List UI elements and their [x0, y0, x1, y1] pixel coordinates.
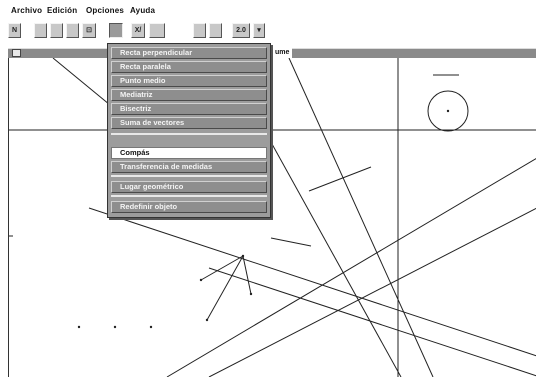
measure-icon[interactable] [109, 23, 123, 38]
menu-item-recta-perpendicular[interactable]: Recta perpendicular [111, 47, 267, 59]
document-title: ume [272, 48, 293, 58]
v-shape-middle[interactable] [206, 255, 244, 321]
point-v-left[interactable] [199, 278, 203, 282]
steep-line-a[interactable] [288, 58, 434, 377]
circle-icon[interactable] [66, 23, 79, 38]
construction-dropdown-menu: Recta perpendicular Recta paralela Punto m… [107, 43, 271, 218]
pointer-icon[interactable]: N [8, 23, 21, 38]
macro-icon[interactable] [149, 23, 165, 38]
menu-bar: Archivo Edición Opciones Ayuda [0, 0, 536, 20]
menu-ayuda[interactable]: Ayuda [130, 6, 155, 15]
menu-item-lugar-geométrico[interactable]: Lugar geométrico [111, 181, 267, 193]
line-down-right-b[interactable] [208, 267, 536, 377]
line-right-b[interactable] [208, 207, 536, 377]
menu-separator-sep-3 [111, 195, 267, 197]
menu-item-redefinir-objeto[interactable]: Redefinir objeto [111, 201, 267, 213]
construction-icon[interactable]: ⊡ [82, 23, 96, 38]
point-icon[interactable] [34, 23, 47, 38]
vector-arrow[interactable] [270, 237, 312, 247]
line-down-right-a[interactable] [88, 207, 536, 357]
point-v-right[interactable] [249, 292, 253, 296]
menu-opciones[interactable]: Opciones [86, 6, 124, 15]
menu-item-compás[interactable]: Compás [111, 147, 267, 159]
point-v-bottom[interactable] [205, 318, 209, 322]
window-close-icon[interactable] [12, 49, 21, 57]
circle-center-point[interactable] [446, 109, 450, 113]
menu-item-bisectriz[interactable]: Bisectriz [111, 103, 267, 115]
display-icon-2[interactable] [209, 23, 222, 38]
line-icon[interactable] [50, 23, 63, 38]
menu-archivo[interactable]: Archivo [11, 6, 42, 15]
menu-item-mediatriz[interactable]: Mediatriz [111, 89, 267, 101]
transform-icon[interactable]: X/ [131, 23, 145, 38]
toolbar: N ⊡ X/ 2.0 ▾ [0, 20, 536, 42]
arrow-down-icon[interactable]: ▾ [253, 23, 265, 38]
menu-item-punto-medio[interactable]: Punto medio [111, 75, 267, 87]
menu-item-suma-de-vectores[interactable]: Suma de vectores [111, 117, 267, 129]
menu-item-recta-paralela[interactable]: Recta paralela [111, 61, 267, 73]
menu-edicion[interactable]: Edición [47, 6, 77, 15]
numeric-icon[interactable]: 2.0 [232, 23, 250, 38]
menu-separator-sep-2 [111, 175, 267, 177]
menu-separator-sep-1 [111, 133, 267, 135]
geometry-drawing[interactable] [9, 58, 536, 377]
point-v-top[interactable] [241, 254, 245, 258]
point-1[interactable] [77, 325, 81, 329]
v-shape-right[interactable] [242, 255, 252, 295]
drawing-canvas[interactable] [8, 58, 536, 377]
display-icon[interactable] [193, 23, 206, 38]
point-3[interactable] [149, 325, 153, 329]
menu-item-transferencia-de-medidas[interactable]: Transferencia de medidas [111, 161, 267, 173]
point-2[interactable] [113, 325, 117, 329]
